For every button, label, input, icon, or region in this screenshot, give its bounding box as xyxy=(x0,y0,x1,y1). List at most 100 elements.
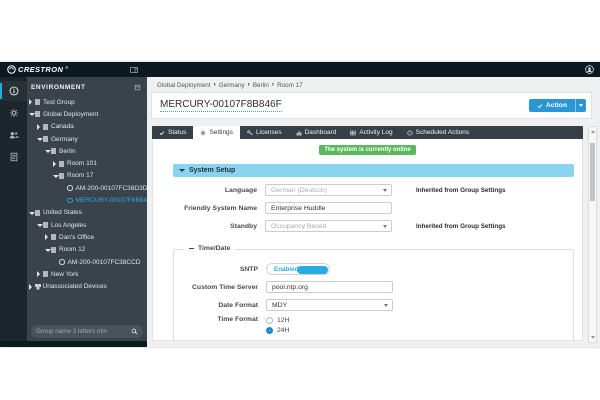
radio-12h[interactable]: 12H xyxy=(266,317,393,324)
language-label: Language xyxy=(153,187,265,194)
tab-dashboard[interactable]: Dashboard xyxy=(289,126,344,139)
standby-row: Standby Occupancy Based Inherited from G… xyxy=(153,217,582,235)
tab-scheduled-actions[interactable]: Scheduled Actions xyxy=(400,126,476,139)
app-body: ENVIRONMENT Test GroupGlobal DeploymentC… xyxy=(0,77,600,347)
action-dropdown-button[interactable] xyxy=(575,99,586,112)
caret-right-icon[interactable] xyxy=(29,284,32,290)
key-icon xyxy=(247,130,253,136)
sntp-toggle[interactable]: Enabled xyxy=(266,263,330,275)
radio-12h-icon[interactable] xyxy=(266,317,273,324)
tree-item-label: Germany xyxy=(51,136,78,143)
tree-item-label: Room 17 xyxy=(67,172,93,179)
radio-24h[interactable]: 24H xyxy=(266,327,393,334)
language-inherited-note: Inherited from Group Settings xyxy=(416,187,506,194)
sntp-toggle-switch[interactable] xyxy=(297,266,328,274)
tree-item-group[interactable]: Test Group xyxy=(27,96,147,108)
tree-item-label: AM-200-00107FC38CCD xyxy=(68,259,141,266)
building-icon xyxy=(35,99,40,105)
tree-item-device[interactable]: AM-200-00107FC38CCD xyxy=(27,256,147,268)
standby-select[interactable]: Occupancy Based xyxy=(265,220,392,232)
registered-mark: ® xyxy=(65,65,68,70)
group-tree: Test Group Global Deployment Canada Germany… xyxy=(27,96,147,293)
rail-item-settings[interactable] xyxy=(0,103,27,123)
tree-item-group[interactable]: Berlin xyxy=(27,145,147,157)
radio-24h-icon[interactable] xyxy=(266,327,273,334)
tab-activity-log[interactable]: Activity Log xyxy=(343,126,399,139)
tree-item-group[interactable]: United States xyxy=(27,207,147,219)
rail-item-notes[interactable] xyxy=(0,147,27,167)
tree-item-group[interactable]: Room 12 xyxy=(27,244,147,256)
custom-time-server-row: Custom Time Server xyxy=(174,278,573,296)
time-date-title: Time/Date xyxy=(198,245,230,252)
action-button[interactable]: Action xyxy=(529,99,586,112)
system-setup-form: Language German (Deutsch) Inherited from… xyxy=(153,181,582,235)
scroll-down-arrow-icon[interactable] xyxy=(591,336,595,339)
tree-item-group[interactable]: Los Angeles xyxy=(27,219,147,231)
tree-item-group[interactable]: Canada xyxy=(27,121,147,133)
device-title[interactable]: MERCURY-00107F8B846F xyxy=(160,99,282,112)
tree-item-group[interactable]: Room 101 xyxy=(27,157,147,169)
date-format-select[interactable]: MDY xyxy=(266,299,393,311)
sntp-label: SNTP xyxy=(174,266,266,273)
language-select[interactable]: German (Deutsch) xyxy=(265,184,392,196)
content-scrollbar[interactable] xyxy=(588,126,597,343)
time-format-row: Time Format 12H 24H xyxy=(174,314,573,338)
caret-right-icon[interactable] xyxy=(29,99,32,105)
sidebar-toggle-icon[interactable] xyxy=(130,66,138,74)
rail-item-environment[interactable] xyxy=(0,81,27,101)
friendly-name-input[interactable] xyxy=(265,202,392,214)
custom-time-server-input[interactable] xyxy=(266,281,393,293)
standby-label: Standby xyxy=(153,223,265,230)
crestron-xio-app: CRESTRON ® ENVIRONMENT Test GroupGlobal … xyxy=(0,62,600,347)
friendly-name-row: Friendly System Name xyxy=(153,199,582,217)
date-format-label: Date Format xyxy=(174,302,266,309)
tree-item-group[interactable]: Global Deployment xyxy=(27,108,147,120)
time-format-label: Time Format xyxy=(174,316,266,323)
breadcrumb-item[interactable]: Global Deployment xyxy=(157,82,211,89)
tab-licenses[interactable]: Licenses xyxy=(240,126,289,139)
gear-icon xyxy=(9,108,19,118)
tree-item-label: Global Deployment xyxy=(43,111,98,118)
tree-item-group[interactable]: Dan's Office xyxy=(27,231,147,243)
device-icon xyxy=(59,259,65,265)
radio-12h-label: 12H xyxy=(277,317,289,324)
search-icon[interactable] xyxy=(131,328,138,335)
breadcrumb-item[interactable]: Germany xyxy=(219,82,245,89)
user-profile-icon[interactable] xyxy=(585,65,594,74)
caret-right-icon[interactable] xyxy=(37,271,40,277)
device-icon xyxy=(67,185,73,191)
system-setup-title: System Setup xyxy=(189,167,235,174)
action-button-main[interactable]: Action xyxy=(529,99,575,112)
scroll-up-arrow-icon[interactable] xyxy=(591,130,595,133)
breadcrumb-separator: › xyxy=(248,82,250,89)
action-button-label: Action xyxy=(546,102,567,109)
caret-right-icon[interactable] xyxy=(37,124,40,130)
time-date-section-header[interactable]: Time/Date xyxy=(184,245,235,252)
breadcrumb-item[interactable]: Berlin xyxy=(253,82,269,89)
group-search-input[interactable] xyxy=(36,328,131,335)
tab-settings[interactable]: Settings xyxy=(193,126,240,139)
clock-icon xyxy=(407,130,413,136)
chart-icon xyxy=(296,130,302,136)
tree-item-group[interactable]: Germany xyxy=(27,133,147,145)
caret-right-icon[interactable] xyxy=(53,161,56,167)
tree-item-group[interactable]: Room 17 xyxy=(27,170,147,182)
tree-item-device[interactable]: MERCURY-00107F8B846F xyxy=(27,194,147,206)
tree-item-group[interactable]: New York xyxy=(27,268,147,280)
tree-item-device[interactable]: AM-200-00107FC38D3D xyxy=(27,182,147,194)
breadcrumb-item[interactable]: Room 17 xyxy=(277,82,303,89)
crestron-logo-text: CRESTRON xyxy=(18,65,63,74)
time-date-section: Time/Date SNTP Enabled Custom Time Serve… xyxy=(173,249,574,341)
date-format-row: Date Format MDY xyxy=(174,296,573,314)
caret-right-icon[interactable] xyxy=(45,234,48,240)
tree-item-group[interactable]: Unassociated Devices xyxy=(27,280,147,292)
tab-label: Licenses xyxy=(256,129,282,136)
info-icon xyxy=(9,86,19,96)
tree-item-label: Room 101 xyxy=(67,160,97,167)
system-setup-section-header[interactable]: System Setup xyxy=(173,164,574,177)
time-format-radio-group: 12H 24H xyxy=(266,316,393,334)
rail-item-users[interactable] xyxy=(0,125,27,145)
scrollbar-thumb[interactable] xyxy=(590,143,595,201)
collapse-tree-icon[interactable] xyxy=(134,84,141,91)
tab-status[interactable]: Status xyxy=(152,126,193,139)
